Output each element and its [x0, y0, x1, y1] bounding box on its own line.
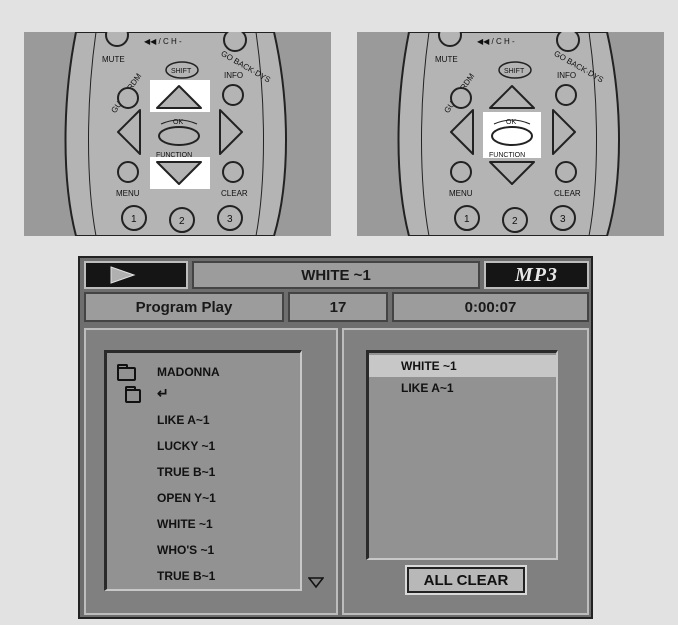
clear-button[interactable]: [555, 161, 577, 183]
folder-icon: [117, 364, 136, 381]
go-back-button[interactable]: [223, 32, 247, 52]
menu-label: MENU: [116, 189, 140, 198]
program-list-panel: WHITE ~1 LIKE A~1 ALL CLEAR: [342, 328, 589, 615]
number-3-label: 3: [560, 214, 566, 225]
file-item[interactable]: WHITE ~1: [157, 517, 213, 531]
file-item[interactable]: TRUE B~1: [157, 465, 215, 479]
shift-label: SHIFT: [504, 68, 525, 75]
ok-button[interactable]: [491, 126, 533, 146]
guide-button[interactable]: [450, 87, 472, 109]
all-clear-button[interactable]: ALL CLEAR: [405, 565, 527, 595]
scroll-down-icon[interactable]: [308, 577, 324, 589]
program-item-selected[interactable]: WHITE ~1: [369, 355, 556, 377]
track-number: 17: [288, 292, 388, 322]
mute-label: MUTE: [435, 55, 458, 64]
file-item[interactable]: LUCKY ~1: [157, 439, 215, 453]
program-item[interactable]: LIKE A~1: [369, 377, 556, 399]
mp3-logo-text: MP3: [515, 263, 558, 286]
ch-label: ◀◀ / C H -: [144, 37, 182, 46]
clear-label: CLEAR: [554, 189, 581, 198]
number-3-label: 3: [227, 214, 233, 225]
number-2-label: 2: [179, 216, 185, 227]
go-back-button[interactable]: [556, 32, 580, 52]
menu-button[interactable]: [117, 161, 139, 183]
mute-label: MUTE: [102, 55, 125, 64]
ok-label: OK: [173, 119, 183, 126]
play-mode: Program Play: [84, 292, 284, 322]
file-list[interactable]: MADONNA ↵ LIKE A~1 LUCKY ~1 TRUE B~1 OPE…: [104, 350, 302, 591]
folder-name[interactable]: MADONNA: [157, 365, 220, 379]
shift-label: SHIFT: [171, 68, 192, 75]
track-title: WHITE ~1: [192, 261, 480, 289]
play-icon: [110, 266, 136, 284]
file-item[interactable]: OPEN Y~1: [157, 491, 216, 505]
mute-button[interactable]: [105, 32, 129, 47]
ok-label: OK: [506, 119, 516, 126]
clear-label: CLEAR: [221, 189, 248, 198]
clear-button[interactable]: [222, 161, 244, 183]
remote-illustration-ok: MUTE ◀◀ / C H - GO BACK·DYS GUIDE·RDM SH…: [357, 32, 664, 236]
file-browser-panel: MADONNA ↵ LIKE A~1 LUCKY ~1 TRUE B~1 OPE…: [84, 328, 338, 615]
file-item[interactable]: TRUE B~1: [157, 569, 215, 583]
number-1-label: 1: [131, 214, 137, 225]
info-button[interactable]: [555, 84, 577, 106]
mute-button[interactable]: [438, 32, 462, 47]
folder-icon: [125, 386, 141, 403]
file-item[interactable]: LIKE A~1: [157, 413, 210, 427]
menu-label: MENU: [449, 189, 473, 198]
remote-illustration-up-down: MUTE ◀◀ / C H - GO BACK·DYS GUIDE·RDM SH…: [24, 32, 331, 236]
number-2-label: 2: [512, 216, 518, 227]
ch-label: ◀◀ / C H -: [477, 37, 515, 46]
info-label: INFO: [557, 71, 576, 80]
function-label: FUNCTION: [156, 152, 192, 159]
program-list[interactable]: WHITE ~1 LIKE A~1: [366, 350, 558, 560]
ok-button[interactable]: [158, 126, 200, 146]
mp3-logo: MP3: [484, 261, 589, 289]
guide-button[interactable]: [117, 87, 139, 109]
info-label: INFO: [224, 71, 243, 80]
play-status-cell: [84, 261, 188, 289]
function-label: FUNCTION: [489, 152, 525, 159]
info-button[interactable]: [222, 84, 244, 106]
parent-folder-item[interactable]: ↵: [157, 385, 169, 402]
number-1-label: 1: [464, 214, 470, 225]
elapsed-time: 0:00:07: [392, 292, 589, 322]
file-item[interactable]: WHO'S ~1: [157, 543, 214, 557]
menu-button[interactable]: [450, 161, 472, 183]
mp3-program-screen: WHITE ~1 MP3 Program Play 17 0:00:07 MAD…: [78, 256, 593, 619]
